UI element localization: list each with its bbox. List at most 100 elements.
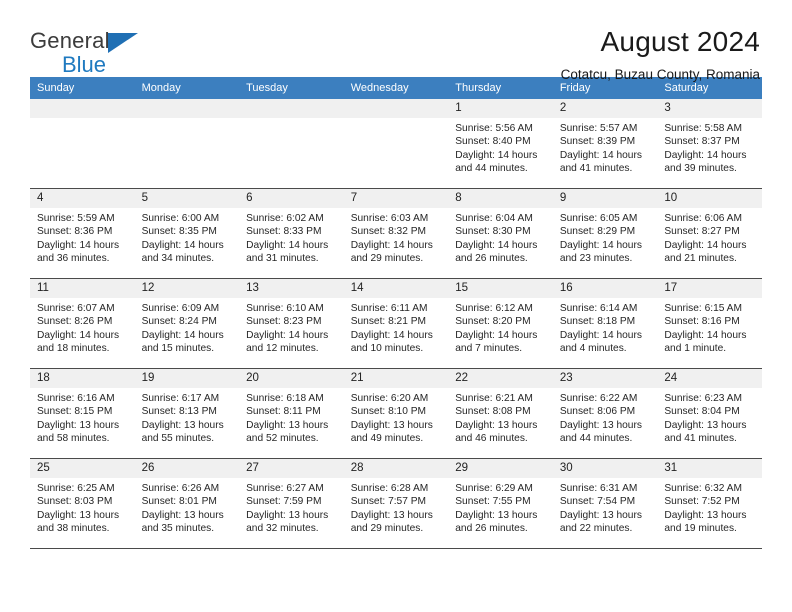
calendar-day-cell[interactable]: 14 Sunrise: 6:11 AM Sunset: 8:21 PM Dayligh… [343, 278, 449, 369]
calendar-day-cell[interactable]: 4 Sunrise: 5:59 AM Sunset: 8:36 PM Daylight… [30, 188, 135, 279]
day-number [239, 99, 344, 118]
calendar-day-cell[interactable]: 16 Sunrise: 6:14 AM Sunset: 8:18 PM Dayligh… [552, 278, 658, 369]
calendar-day-cell[interactable]: 6 Sunrise: 6:02 AM Sunset: 8:33 PM Daylight… [239, 188, 344, 279]
calendar-day-cell[interactable]: 26 Sunrise: 6:26 AM Sunset: 8:01 PM Dayligh… [134, 458, 240, 549]
day-number: 6 [239, 189, 344, 208]
day-details: Sunrise: 6:20 AM Sunset: 8:10 PM Daylight:… [344, 388, 449, 446]
day-cell-inner: 4 Sunrise: 5:59 AM Sunset: 8:36 PM Daylight… [30, 189, 135, 278]
calendar-day-cell[interactable]: 18 Sunrise: 6:16 AM Sunset: 8:15 PM Dayligh… [30, 368, 135, 459]
sunset-time: Sunset: 8:01 PM [141, 496, 217, 508]
day-number: 8 [448, 189, 553, 208]
sunset-time: Sunset: 8:39 PM [559, 136, 636, 148]
calendar-week-row: 11 Sunrise: 6:07 AM Sunset: 8:26 PM Dayligh… [30, 278, 762, 369]
day-details: Sunrise: 6:29 AM Sunset: 7:55 PM Daylight:… [448, 478, 553, 536]
daylight-duration-line1: Daylight: 14 hours [37, 329, 120, 341]
daylight-duration-line2: and 22 minutes. [559, 523, 633, 535]
calendar-day-cell[interactable]: 19 Sunrise: 6:17 AM Sunset: 8:13 PM Dayligh… [134, 368, 240, 459]
calendar-day-cell[interactable]: 2 Sunrise: 5:57 AM Sunset: 8:39 PM Daylight… [552, 99, 658, 189]
day-number: 13 [239, 279, 344, 298]
calendar-day-cell[interactable]: 20 Sunrise: 6:18 AM Sunset: 8:11 PM Dayligh… [239, 368, 344, 459]
calendar-day-cell[interactable]: 28 Sunrise: 6:28 AM Sunset: 7:57 PM Dayligh… [343, 458, 449, 549]
day-number: 14 [343, 279, 449, 298]
day-cell-inner: 24 Sunrise: 6:23 AM Sunset: 8:04 PM Dayligh… [657, 369, 762, 458]
day-number: 4 [30, 189, 135, 208]
sunset-time: Sunset: 8:30 PM [455, 226, 531, 238]
daylight-duration-line1: Daylight: 14 hours [664, 149, 747, 161]
calendar-day-cell[interactable]: 27 Sunrise: 6:27 AM Sunset: 7:59 PM Dayligh… [239, 458, 344, 549]
sunrise-time: Sunrise: 6:28 AM [350, 483, 429, 494]
daylight-duration-line1: Daylight: 13 hours [559, 509, 642, 521]
calendar-day-cell[interactable]: 5 Sunrise: 6:00 AM Sunset: 8:35 PM Daylight… [134, 188, 240, 279]
sunrise-time: Sunrise: 5:59 AM [37, 213, 115, 224]
calendar-day-cell[interactable]: 11 Sunrise: 6:07 AM Sunset: 8:26 PM Dayligh… [30, 278, 135, 369]
daylight-duration-line2: and 44 minutes. [559, 433, 633, 445]
generalblue-logo[interactable]: General Blue [30, 26, 210, 76]
day-details: Sunrise: 6:02 AM Sunset: 8:33 PM Daylight:… [239, 208, 344, 266]
daylight-duration-line2: and 36 minutes. [37, 253, 110, 265]
sunset-time: Sunset: 8:23 PM [246, 316, 322, 328]
daylight-duration-line1: Daylight: 14 hours [141, 329, 224, 341]
daylight-duration-line2: and 58 minutes. [37, 433, 110, 445]
calendar-day-cell[interactable]: 24 Sunrise: 6:23 AM Sunset: 8:04 PM Dayligh… [657, 368, 762, 459]
day-details: Sunrise: 6:17 AM Sunset: 8:13 PM Daylight:… [135, 388, 240, 446]
calendar-day-cell[interactable]: 13 Sunrise: 6:10 AM Sunset: 8:23 PM Dayligh… [239, 278, 344, 369]
day-number: 20 [239, 369, 344, 388]
calendar-day-cell[interactable]: 29 Sunrise: 6:29 AM Sunset: 7:55 PM Dayligh… [448, 458, 553, 549]
sunset-time: Sunset: 8:08 PM [455, 406, 531, 418]
calendar-day-cell[interactable]: 1 Sunrise: 5:56 AM Sunset: 8:40 PM Daylight… [448, 99, 553, 189]
calendar-day-cell-empty [239, 99, 344, 189]
daylight-duration-line2: and 46 minutes. [455, 433, 528, 445]
sunrise-time: Sunrise: 6:09 AM [141, 303, 220, 314]
day-details: Sunrise: 6:10 AM Sunset: 8:23 PM Daylight:… [239, 298, 344, 356]
day-number: 2 [552, 99, 658, 118]
calendar-day-cell[interactable]: 8 Sunrise: 6:04 AM Sunset: 8:30 PM Daylight… [448, 188, 553, 279]
day-details: Sunrise: 6:27 AM Sunset: 7:59 PM Daylight:… [239, 478, 344, 536]
calendar-body: 1 Sunrise: 5:56 AM Sunset: 8:40 PM Daylight… [30, 99, 762, 549]
calendar-day-cell[interactable]: 12 Sunrise: 6:09 AM Sunset: 8:24 PM Dayligh… [134, 278, 240, 369]
daylight-duration-line1: Daylight: 14 hours [455, 149, 538, 161]
sunset-time: Sunset: 8:04 PM [664, 406, 740, 418]
page-header: General Blue August 2024 Cotatcu, Buzau … [30, 0, 762, 82]
calendar-day-cell[interactable]: 25 Sunrise: 6:25 AM Sunset: 8:03 PM Dayligh… [30, 458, 135, 549]
sunrise-time: Sunrise: 6:18 AM [246, 393, 324, 404]
day-number [30, 99, 135, 118]
day-cell-inner: 13 Sunrise: 6:10 AM Sunset: 8:23 PM Dayligh… [239, 279, 344, 368]
day-number: 31 [657, 459, 762, 478]
daylight-duration-line1: Daylight: 14 hours [559, 239, 642, 251]
daylight-duration-line1: Daylight: 14 hours [350, 239, 433, 251]
daylight-duration-line2: and 32 minutes. [246, 523, 319, 535]
sunrise-time: Sunrise: 5:58 AM [664, 123, 742, 134]
page-subtitle: Cotatcu, Buzau County, Romania [560, 67, 760, 82]
calendar-day-cell[interactable]: 7 Sunrise: 6:03 AM Sunset: 8:32 PM Daylight… [343, 188, 449, 279]
calendar-day-cell[interactable]: 30 Sunrise: 6:31 AM Sunset: 7:54 PM Dayligh… [552, 458, 658, 549]
calendar-day-cell[interactable]: 31 Sunrise: 6:32 AM Sunset: 7:52 PM Dayligh… [657, 458, 762, 549]
daylight-duration-line2: and 44 minutes. [455, 163, 528, 175]
day-details: Sunrise: 6:26 AM Sunset: 8:01 PM Daylight:… [135, 478, 240, 536]
calendar-day-cell[interactable]: 21 Sunrise: 6:20 AM Sunset: 8:10 PM Dayligh… [343, 368, 449, 459]
daylight-duration-line1: Daylight: 13 hours [141, 509, 224, 521]
day-details: Sunrise: 6:25 AM Sunset: 8:03 PM Daylight:… [30, 478, 135, 536]
daylight-duration-line1: Daylight: 13 hours [37, 419, 120, 431]
day-cell-inner [30, 99, 135, 188]
day-details: Sunrise: 6:14 AM Sunset: 8:18 PM Daylight:… [553, 298, 658, 356]
daylight-duration-line2: and 7 minutes. [455, 343, 523, 355]
day-details: Sunrise: 6:18 AM Sunset: 8:11 PM Daylight:… [239, 388, 344, 446]
day-number: 17 [657, 279, 762, 298]
day-cell-inner: 26 Sunrise: 6:26 AM Sunset: 8:01 PM Dayligh… [134, 459, 240, 548]
calendar-day-cell[interactable]: 9 Sunrise: 6:05 AM Sunset: 8:29 PM Daylight… [552, 188, 658, 279]
calendar-day-cell[interactable]: 17 Sunrise: 6:15 AM Sunset: 8:16 PM Dayligh… [657, 278, 762, 369]
daylight-duration-line2: and 21 minutes. [664, 253, 737, 265]
calendar-week-row: 25 Sunrise: 6:25 AM Sunset: 8:03 PM Dayligh… [30, 458, 762, 549]
calendar-day-cell[interactable]: 3 Sunrise: 5:58 AM Sunset: 8:37 PM Daylight… [657, 99, 762, 189]
day-cell-inner: 1 Sunrise: 5:56 AM Sunset: 8:40 PM Daylight… [448, 99, 553, 188]
sunset-time: Sunset: 8:36 PM [37, 226, 113, 238]
day-cell-inner: 27 Sunrise: 6:27 AM Sunset: 7:59 PM Dayligh… [239, 459, 344, 548]
day-number: 3 [657, 99, 762, 118]
day-number: 1 [448, 99, 553, 118]
calendar-day-cell[interactable]: 23 Sunrise: 6:22 AM Sunset: 8:06 PM Dayligh… [552, 368, 658, 459]
calendar-day-cell[interactable]: 10 Sunrise: 6:06 AM Sunset: 8:27 PM Dayligh… [657, 188, 762, 279]
calendar-day-cell[interactable]: 22 Sunrise: 6:21 AM Sunset: 8:08 PM Dayligh… [448, 368, 553, 459]
calendar-day-cell[interactable]: 15 Sunrise: 6:12 AM Sunset: 8:20 PM Dayligh… [448, 278, 553, 369]
day-number: 10 [657, 189, 762, 208]
day-number: 27 [239, 459, 344, 478]
